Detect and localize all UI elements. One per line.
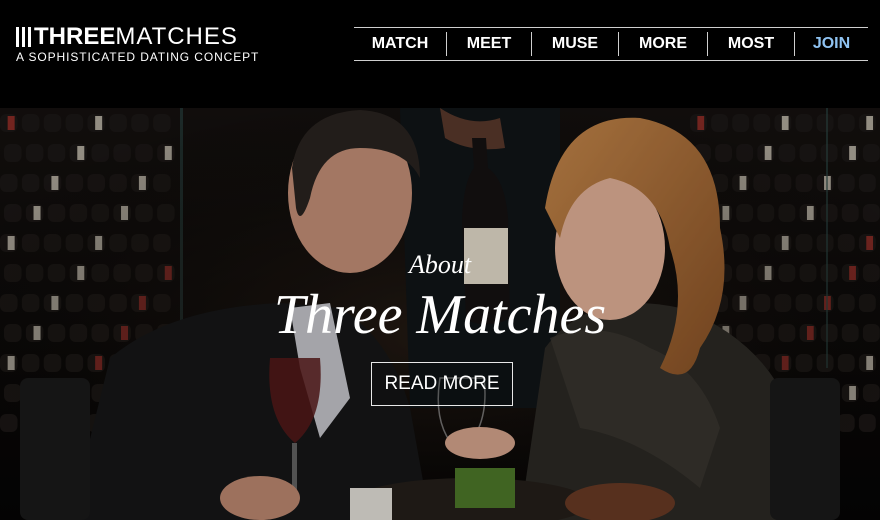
nav-item-match[interactable]: MATCH [354, 32, 446, 56]
main-nav: MATCH MEET MUSE MORE MOST JOIN [354, 27, 868, 61]
hero-title: Three Matches [273, 284, 607, 346]
nav-item-more[interactable]: MORE [619, 32, 707, 56]
read-more-button[interactable]: READ MORE [371, 362, 513, 406]
nav-item-meet[interactable]: MEET [447, 32, 531, 56]
logo-bold-text: THREE [34, 23, 116, 50]
nav-item-most[interactable]: MOST [708, 32, 794, 56]
hero-banner: About Three Matches READ MORE [0, 108, 880, 520]
logo-bars-icon [16, 27, 31, 47]
hero-subtitle: About [408, 250, 472, 279]
logo-light-text: MATCHES [115, 23, 238, 50]
site-logo[interactable]: THREE MATCHES A SOPHISTICATED DATING CON… [16, 25, 259, 64]
logo-tagline: A SOPHISTICATED DATING CONCEPT [16, 50, 260, 64]
logo-wordmark: THREE MATCHES [16, 25, 259, 49]
nav-item-muse[interactable]: MUSE [532, 32, 618, 56]
site-header: THREE MATCHES A SOPHISTICATED DATING CON… [0, 0, 880, 108]
nav-item-join[interactable]: JOIN [795, 32, 868, 56]
